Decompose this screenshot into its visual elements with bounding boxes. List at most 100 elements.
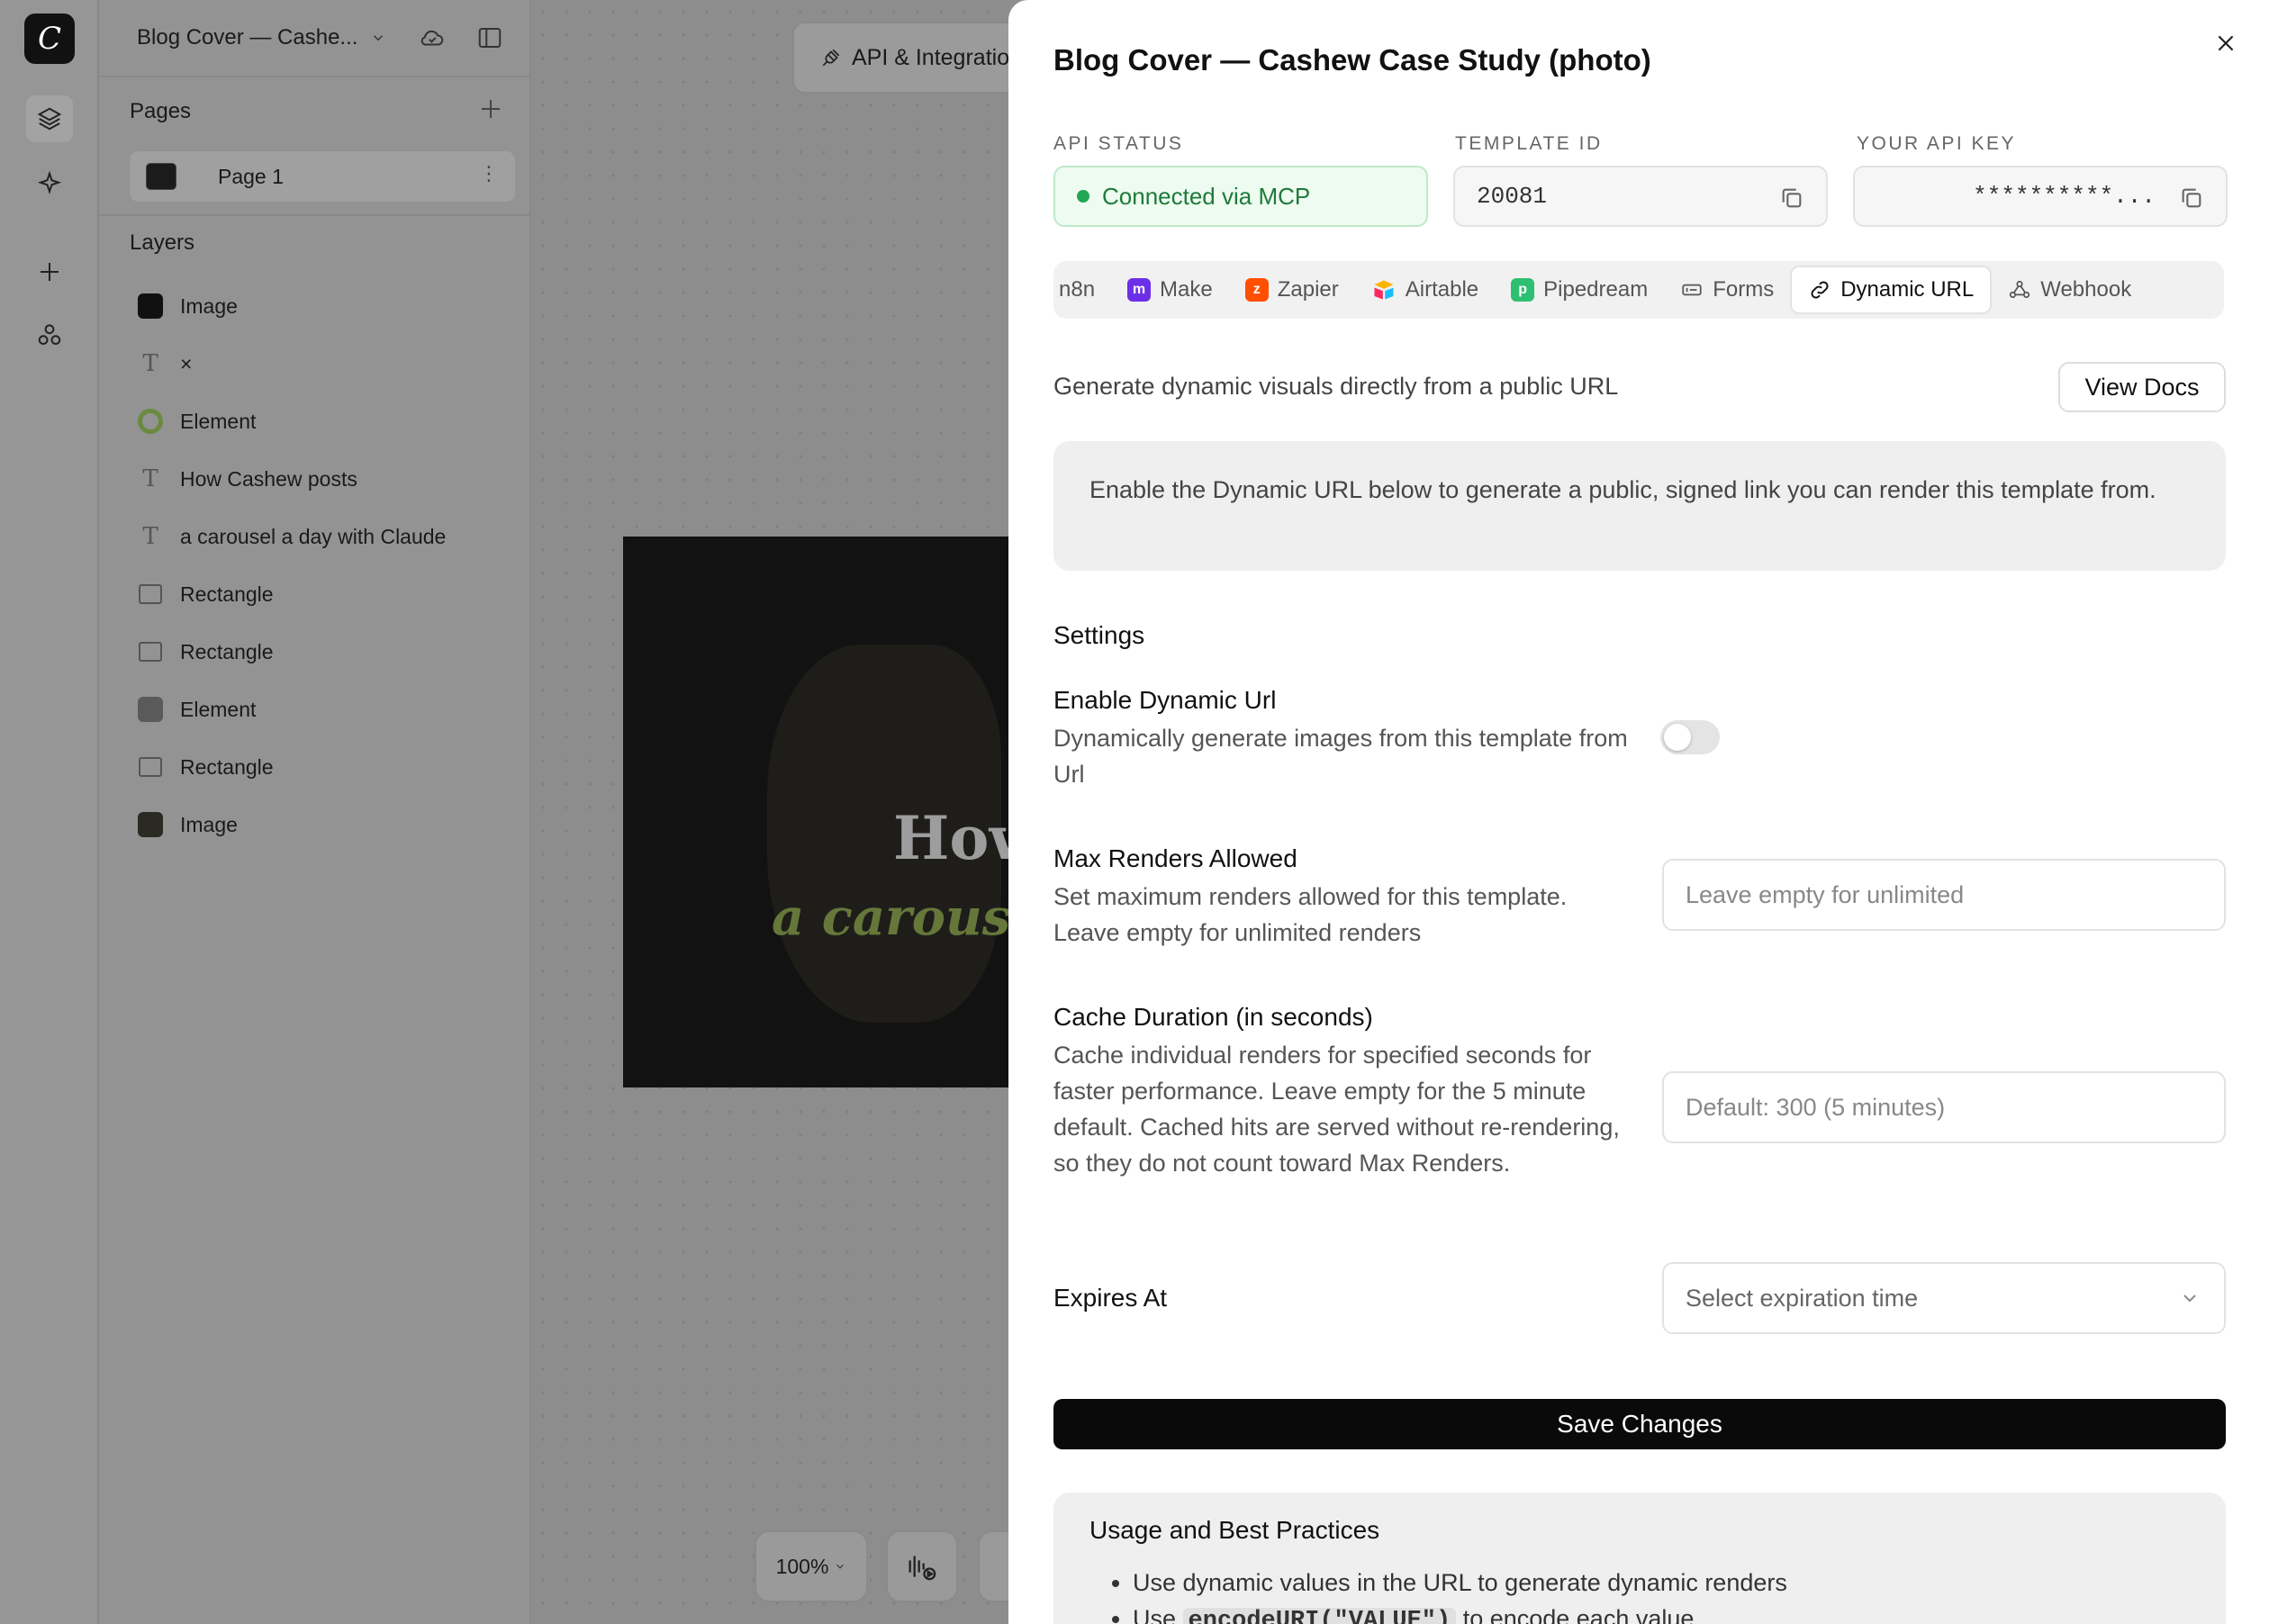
plug-icon (822, 49, 840, 67)
chevron-down-icon (374, 35, 384, 41)
tab-label: Pipedream (1543, 277, 1649, 302)
tab-make[interactable]: m Make (1111, 266, 1229, 314)
text-icon: T (142, 465, 158, 492)
layer-label: Image (180, 293, 238, 318)
tab-n8n[interactable]: n8n (1059, 266, 1111, 314)
expires-at-placeholder: Select expiration time (1686, 1284, 1919, 1312)
toggle-sidebar-icon[interactable] (474, 22, 506, 54)
design-canvas[interactable]: API & Integratio How a carouse 100% (531, 0, 1062, 1624)
usage-item: Use encodeURI("VALUE") to encode each va… (1133, 1601, 2190, 1624)
expires-at-select[interactable]: Select expiration time (1662, 1262, 2226, 1334)
api-status-label: API STATUS (1053, 133, 1184, 154)
usage-item-text: Use (1133, 1605, 1183, 1624)
zoom-dropdown[interactable]: 100% (755, 1530, 868, 1602)
app-logo-icon[interactable]: C (24, 14, 75, 64)
components-icon[interactable] (26, 311, 73, 358)
page-menu-icon[interactable]: ⋮ (479, 162, 499, 185)
rectangle-icon (137, 638, 164, 665)
settings-heading: Settings (1053, 621, 1145, 649)
form-icon (1682, 284, 1702, 296)
layer-label: Rectangle (180, 639, 274, 663)
add-icon[interactable] (26, 248, 73, 295)
cloud-sync-icon[interactable] (416, 22, 448, 54)
toggle-knob (1664, 724, 1691, 751)
template-id-label: TEMPLATE ID (1455, 133, 1603, 154)
close-icon[interactable] (2208, 25, 2244, 61)
text-icon: T (142, 523, 158, 550)
layer-item[interactable]: Rectangle (137, 574, 515, 614)
tab-label: Zapier (1277, 277, 1339, 302)
element-thumb-icon (137, 696, 164, 723)
layers-heading: Layers (130, 230, 195, 255)
layer-item[interactable]: Rectangle (137, 747, 515, 787)
add-page-icon[interactable] (477, 95, 508, 126)
layer-item[interactable]: Element (137, 690, 515, 729)
layer-label: Rectangle (180, 754, 274, 779)
layer-label: How Cashew posts (180, 466, 357, 491)
layer-item[interactable]: T × (137, 344, 515, 383)
link-icon (1811, 281, 1829, 299)
layer-label: × (180, 351, 193, 375)
sidebar-header: Blog Cover — Cashe... (99, 0, 531, 77)
airtable-icon (1374, 280, 1394, 300)
page-label: Page 1 (218, 165, 284, 188)
zapier-icon: z (1244, 278, 1269, 302)
view-docs-button[interactable]: View Docs (2058, 362, 2226, 412)
copy-icon[interactable] (1779, 185, 1804, 211)
cache-duration-desc: Cache individual renders for specified s… (1053, 1042, 1620, 1177)
tab-label: n8n (1059, 277, 1096, 302)
left-rail: C (0, 0, 99, 1624)
image-thumb-icon (137, 293, 164, 320)
text-icon: T (142, 350, 158, 377)
expires-at-title: Expires At (1053, 1284, 1168, 1312)
info-notice: Enable the Dynamic URL below to generate… (1053, 441, 2226, 571)
layers-sidebar: Blog Cover — Cashe... Pages Page 1 ⋮ Lay… (99, 0, 531, 1624)
usage-list: Use dynamic values in the URL to generat… (1089, 1565, 2190, 1624)
layer-label: Element (180, 409, 257, 433)
page-item[interactable]: Page 1 ⋮ (130, 151, 515, 202)
artboard-preview[interactable]: How a carouse (623, 537, 1010, 1087)
copy-icon[interactable] (2179, 185, 2204, 211)
document-title-label: Blog Cover — Cashe... (137, 25, 358, 50)
layer-item[interactable]: Image (137, 286, 515, 326)
save-changes-button[interactable]: Save Changes (1053, 1399, 2226, 1449)
rectangle-icon (137, 581, 164, 608)
usage-title: Usage and Best Practices (1089, 1516, 1380, 1544)
tab-label: Dynamic URL (1840, 277, 1975, 302)
api-status-badge: Connected via MCP (1053, 166, 1428, 227)
layers-icon[interactable] (26, 95, 73, 142)
preview-play-icon[interactable] (886, 1530, 958, 1602)
enable-dynamic-url-desc: Dynamically generate images from this te… (1053, 725, 1628, 788)
layer-label: Image (180, 812, 238, 836)
tab-pipedream[interactable]: p Pipedream (1495, 266, 1664, 314)
tab-airtable[interactable]: Airtable (1355, 266, 1495, 314)
layer-item[interactable]: Image (137, 805, 515, 844)
ai-sparkle-icon[interactable] (26, 160, 73, 207)
tab-label: Make (1160, 277, 1213, 302)
layer-label: a carousel a day with Claude (180, 524, 447, 548)
layer-item[interactable]: T a carousel a day with Claude (137, 517, 515, 556)
status-dot-icon (1077, 190, 1089, 203)
layer-item[interactable]: Rectangle (137, 632, 515, 672)
tab-label: Webhook (2040, 277, 2132, 302)
document-title[interactable]: Blog Cover — Cashe... (137, 25, 386, 50)
api-integrations-panel: Blog Cover — Cashew Case Study (photo) A… (1008, 0, 2269, 1624)
tab-webhook[interactable]: Webhook (1992, 266, 2147, 314)
layer-item[interactable]: T How Cashew posts (137, 459, 515, 499)
pages-heading: Pages (130, 99, 192, 123)
tab-forms[interactable]: Forms (1664, 266, 1790, 314)
tab-label: Forms (1713, 277, 1775, 302)
tab-dynamic-url[interactable]: Dynamic URL (1790, 266, 1993, 314)
enable-dynamic-url-toggle[interactable] (1660, 720, 1720, 754)
template-id-field: 20081 (1453, 166, 1828, 227)
zoom-value: 100% (775, 1554, 829, 1578)
template-id-value: 20081 (1477, 183, 1548, 210)
cache-duration-input[interactable] (1662, 1071, 2226, 1143)
tab-zapier[interactable]: z Zapier (1229, 266, 1355, 314)
max-renders-input[interactable] (1662, 859, 2226, 931)
layer-item[interactable]: Element (137, 401, 515, 441)
rectangle-icon (137, 753, 164, 780)
max-renders-desc: Set maximum renders allowed for this tem… (1053, 883, 1568, 946)
sidebar-divider (99, 214, 531, 216)
panel-title: Blog Cover — Cashew Case Study (photo) (1053, 43, 1651, 77)
